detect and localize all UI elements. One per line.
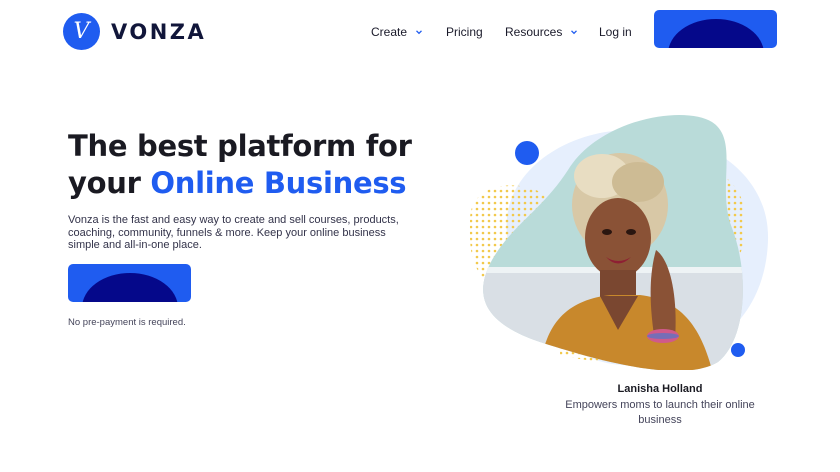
hero-illustration: [469, 114, 769, 370]
testimonial-name: Lanisha Holland: [617, 383, 703, 395]
button-decoration: [668, 19, 764, 48]
headline-line-1: The best platform for: [68, 129, 412, 163]
prepayment-note: No pre-payment is required.: [68, 317, 186, 328]
accent-dot-large: [515, 141, 539, 165]
nav-item-label: Create: [371, 25, 408, 39]
login-label: Log in: [599, 25, 632, 39]
hero-headline: The best platform for your Online Busine…: [68, 128, 412, 202]
headline-line-2-prefix: your: [68, 166, 141, 200]
nav-item-label: Pricing: [446, 25, 483, 39]
headline-accent: Online Business: [150, 166, 407, 200]
hero-cta-button[interactable]: [68, 264, 191, 302]
header-cta-button[interactable]: [654, 10, 777, 48]
chevron-down-icon: [416, 30, 422, 35]
testimonial-description: Empowers moms to launch their online bus…: [565, 399, 755, 426]
logo-wordmark: VONZA: [111, 19, 207, 44]
hero-description: Vonza is the fast and easy way to create…: [68, 214, 399, 251]
accent-dot-small: [731, 343, 745, 357]
nav-item-resources[interactable]: Resources: [505, 24, 579, 40]
nav-item-create[interactable]: Create: [371, 24, 424, 40]
login-link[interactable]: Log in: [599, 24, 632, 40]
nav-item-pricing[interactable]: Pricing: [446, 24, 483, 40]
button-decoration: [82, 273, 178, 302]
nav-item-label: Resources: [505, 25, 563, 39]
chevron-down-icon: [571, 30, 578, 35]
logo-mark: V: [63, 13, 100, 50]
brand-logo[interactable]: V VONZA: [63, 13, 206, 50]
